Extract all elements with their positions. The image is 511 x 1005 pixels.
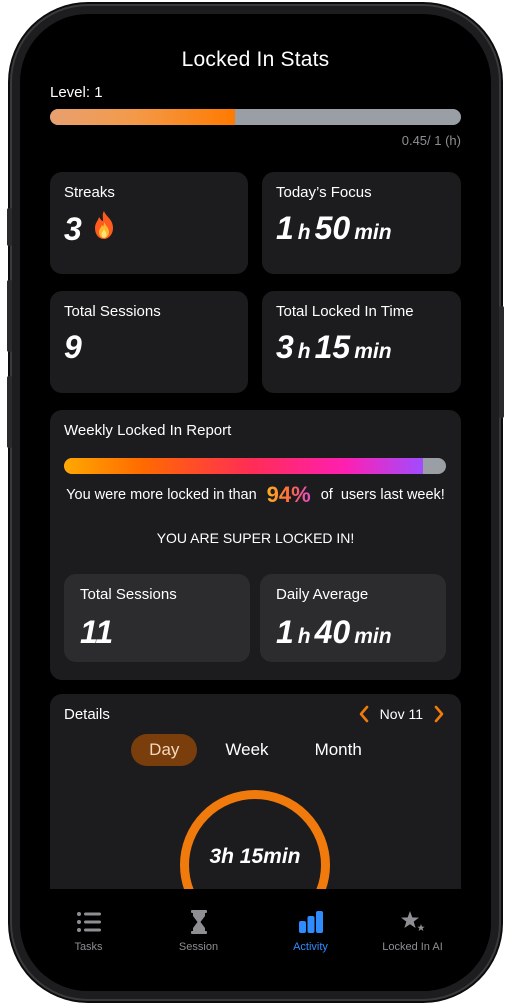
weekly-progress-fill <box>64 458 424 474</box>
tab-label-session: Session <box>178 941 219 953</box>
volume-up-button <box>7 280 12 352</box>
daily-average-card[interactable]: Daily Average 1h 40 min <box>260 574 446 662</box>
chevron-right-icon[interactable] <box>431 704 447 724</box>
tab-activity[interactable]: Activity <box>252 909 369 953</box>
comparison-text: You were more locked in than 94% of user… <box>50 482 461 508</box>
level-progress-bar <box>50 109 461 125</box>
tab-tasks[interactable]: Tasks <box>30 909 147 953</box>
level-progress-fill <box>50 109 235 125</box>
tab-label-tasks: Tasks <box>74 941 103 953</box>
ring-value: 3h 15min <box>209 845 301 868</box>
total-sessions-label: Total Sessions <box>64 303 161 320</box>
total-sessions-value: 9 <box>64 329 82 365</box>
tab-day[interactable]: Day <box>131 734 198 766</box>
locked-in-headline: YOU ARE SUPER LOCKED IN! <box>156 530 355 546</box>
daily-average-hours-unit: h <box>297 625 311 648</box>
power-button <box>499 306 504 418</box>
todays-focus-minutes-unit: min <box>354 221 392 244</box>
selected-date: Nov 11 <box>379 706 423 722</box>
list-icon <box>76 912 101 932</box>
tab-week[interactable]: Week <box>207 734 286 766</box>
bar-chart-icon <box>298 911 323 933</box>
total-locked-hours: 3 <box>276 329 294 365</box>
percentile-value: 94% <box>266 482 311 507</box>
hourglass-icon <box>190 910 207 934</box>
tab-month[interactable]: Month <box>297 734 380 766</box>
weekly-report-card: Weekly Locked In Report You were more lo… <box>50 410 461 680</box>
total-sessions-card[interactable]: Total Sessions 9 <box>50 291 248 393</box>
comparison-prefix: You were more locked in than <box>66 487 257 503</box>
tab-locked-in-ai[interactable]: Locked In AI <box>354 909 471 953</box>
action-button <box>7 208 12 246</box>
todays-focus-label: Today’s Focus <box>276 184 372 201</box>
daily-average-minutes-unit: min <box>354 625 392 648</box>
daily-average-hours: 1 <box>276 614 294 650</box>
total-locked-time-card[interactable]: Total Locked In Time 3h 15 min <box>262 291 461 393</box>
sparkle-stars-icon <box>400 911 425 931</box>
screen: Locked In Stats Level: 1 0.45/ 1 (h) Str… <box>20 14 491 991</box>
total-locked-time-value: 3h 15 min <box>276 329 392 366</box>
level-label: Level: 1 <box>50 84 103 101</box>
details-label: Details <box>64 706 110 723</box>
weekly-progress-bar <box>64 458 446 474</box>
total-locked-minutes-unit: min <box>354 340 392 363</box>
streaks-label: Streaks <box>64 184 115 201</box>
daily-average-label: Daily Average <box>276 586 369 603</box>
streaks-value: 3 <box>64 211 82 247</box>
volume-down-button <box>7 376 12 448</box>
todays-focus-card[interactable]: Today’s Focus 1h 50 min <box>262 172 461 274</box>
daily-average-minutes: 40 <box>314 614 351 650</box>
total-locked-hours-unit: h <box>297 340 311 363</box>
total-locked-minutes: 15 <box>314 329 351 365</box>
date-navigator: Nov 11 <box>356 704 447 724</box>
tab-bar: Tasks Session Activity Locked In AI <box>20 889 491 991</box>
weekly-total-sessions-label: Total Sessions <box>80 586 177 603</box>
period-segmented-control: Day Week Month <box>50 734 461 766</box>
todays-focus-value: 1h 50 min <box>276 210 392 247</box>
streaks-card[interactable]: Streaks 3 <box>50 172 248 274</box>
weekly-report-title: Weekly Locked In Report <box>64 422 232 439</box>
chevron-left-icon[interactable] <box>356 704 372 724</box>
tab-label-activity: Activity <box>293 941 328 953</box>
comparison-suffix: of users last week! <box>320 487 445 503</box>
fire-icon <box>94 211 113 239</box>
todays-focus-hours-unit: h <box>297 221 311 244</box>
page-title: Locked In Stats <box>181 48 330 71</box>
dynamic-island <box>198 14 313 30</box>
level-progress-text: 0.45/ 1 (h) <box>401 133 461 148</box>
weekly-total-sessions-card[interactable]: Total Sessions 11 <box>64 574 250 662</box>
tab-session[interactable]: Session <box>140 909 257 953</box>
todays-focus-minutes: 50 <box>314 210 351 246</box>
daily-average-value: 1h 40 min <box>276 614 392 651</box>
todays-focus-hours: 1 <box>276 210 294 246</box>
tab-label-locked-in-ai: Locked In AI <box>382 941 443 953</box>
total-locked-time-label: Total Locked In Time <box>276 303 414 320</box>
weekly-total-sessions-value: 11 <box>80 614 114 650</box>
streaks-value-row: 3 <box>64 210 118 248</box>
